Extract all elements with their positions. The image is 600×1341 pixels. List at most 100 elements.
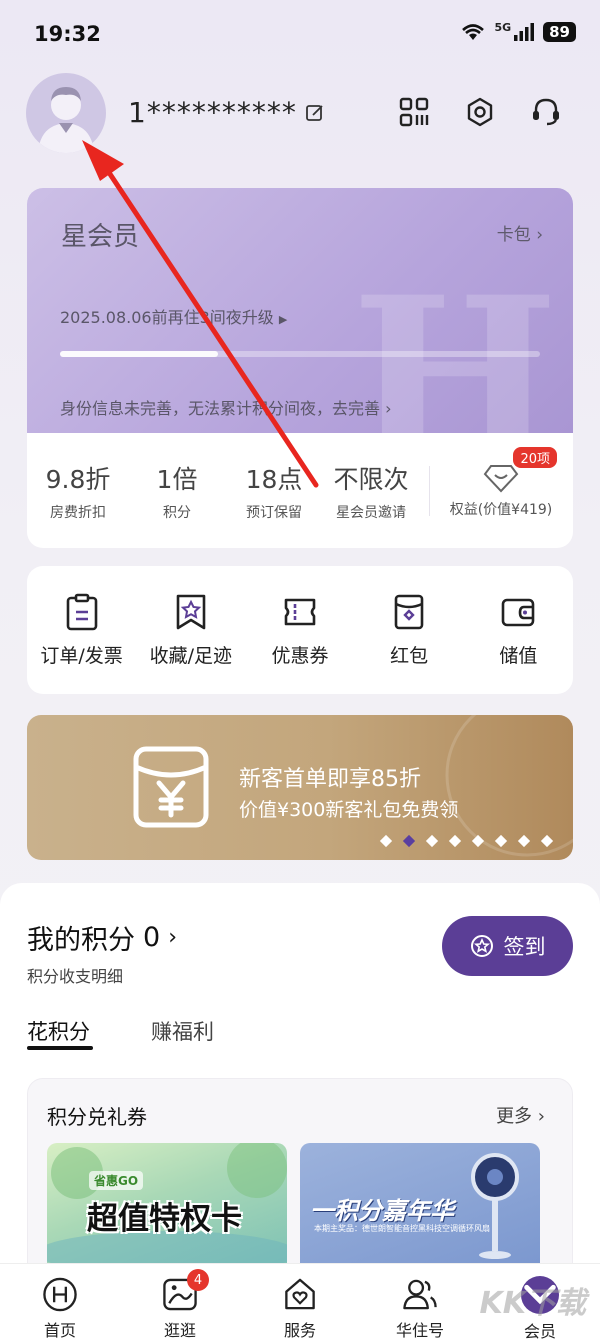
member-card[interactable]: H 星会员 卡包 › 2025.08.06前再住3间夜升级 ▶ 身份信息未完善，… [27,188,573,548]
wallet-link-label: 卡包 [496,225,531,245]
shortcut-label: 优惠券 [271,644,329,667]
chevron-right-icon: › [168,925,177,950]
benefit-label: 积分 [163,504,191,521]
carousel-dot[interactable] [471,834,485,848]
upgrade-tip-text: 2025.08.06前再住3间夜升级 [60,308,274,327]
chevron-right-icon: › [385,399,392,418]
carousel-dot[interactable] [425,834,439,848]
signin-label: 签到 [503,935,546,959]
avatar-icon [38,87,94,153]
shortcut-red-packets[interactable]: 红包 [359,593,459,668]
people-icon [403,1279,437,1310]
order-icon [66,593,97,630]
nav-label: 华住号 [395,1321,444,1340]
status-time: 19:32 [34,22,101,46]
service-icon [285,1278,315,1310]
member-card-header: H 星会员 卡包 › 2025.08.06前再住3间夜升级 ▶ 身份信息未完善，… [27,188,573,488]
benefit-value: 不限次 [333,464,409,494]
nav-label: 服务 [283,1321,316,1340]
coupon-carnival[interactable]: 一积分嘉年华 本期主奖品：德世朗智能音控黑科技空调循环风扇 [300,1143,540,1263]
triangle-right-icon: ▶ [278,313,288,326]
exchange-more-link[interactable]: 更多 › [496,1102,545,1128]
red-packet-yen-icon [133,746,209,828]
watermark: KK下载 [479,1286,587,1321]
carousel-dot[interactable] [448,834,462,848]
upgrade-progress [60,351,540,357]
nav-huazhu-account[interactable]: 华住号 [365,1264,475,1341]
nav-label: 逛逛 [163,1321,196,1340]
qr-code-icon[interactable] [398,96,430,128]
shortcut-favorites[interactable]: 收藏/足迹 [141,593,241,668]
shortcut-stored-value[interactable]: 储值 [468,593,568,668]
rights-count-badge: 20项 [513,447,557,468]
coupon-title: 一积分嘉年华 [310,1197,454,1225]
nav-home[interactable]: 首页 [5,1264,115,1341]
wallet-link[interactable]: 卡包 › [497,220,543,245]
tab-spend-points[interactable]: 花积分 [27,1016,90,1046]
shortcut-coupons[interactable]: 优惠券 [250,593,350,668]
wifi-icon [462,24,485,40]
my-points[interactable]: 我的积分 0 › [27,918,177,957]
nav-browse[interactable]: 逛逛 4 [125,1264,235,1341]
wallet-icon [502,598,535,626]
carousel-dot[interactable] [540,834,554,848]
shortcut-grid: 订单/发票 收藏/足迹 优惠券 红包 储值 [27,566,573,694]
star-circle-icon [470,935,493,957]
banner-subtitle: 价值¥300新客礼包免费领 [239,799,459,821]
rights-entry[interactable]: 权益(价值¥419) [436,463,566,519]
carousel-dot[interactable] [379,834,393,848]
exchange-title: 积分兑礼券 [47,1105,147,1129]
chevron-right-icon: › [536,225,543,245]
nav-label: 首页 [43,1321,76,1340]
upgrade-progress-fill [60,351,219,357]
promo-banner[interactable]: 新客首单即享85折 价值¥300新客礼包免费领 [27,715,573,860]
active-tab-indicator [27,1046,93,1050]
benefit-value: 18点 [245,464,303,494]
carousel-dot-active[interactable] [402,834,416,848]
points-value: 0 [143,922,161,953]
rights-label: 权益(价值¥419) [449,501,553,518]
benefit-discount[interactable]: 9.8折 房费折扣 [31,460,125,522]
coupon-title: 超值特权卡 [87,1201,242,1237]
points-detail-link[interactable]: 积分收支明细 [27,963,123,987]
benefit-value: 1倍 [156,464,198,494]
shortcut-orders[interactable]: 订单/发票 [32,593,132,668]
benefit-invite[interactable]: 不限次 星会员邀请 [319,460,423,522]
points-title: 我的积分 [27,925,135,956]
benefit-reservation[interactable]: 18点 预订保留 [229,460,319,522]
benefit-label: 预订保留 [246,504,302,521]
tab-earn-rewards[interactable]: 赚福利 [151,1016,214,1046]
carousel-dot[interactable] [517,834,531,848]
member-level: 星会员 [61,222,140,252]
identity-tip[interactable]: 身份信息未完善，无法累计积分间夜，去完善 › [60,395,392,419]
settings-icon[interactable] [464,96,496,128]
network-label: 5G [494,20,512,34]
benefit-label: 星会员邀请 [336,504,406,521]
nav-badge: 4 [187,1269,209,1291]
battery-indicator: 89 [543,22,576,42]
shortcut-label: 订单/发票 [40,644,123,667]
coupon-privilege-card[interactable]: 省惠GO 超值特权卡 [47,1143,287,1263]
shortcut-label: 收藏/足迹 [149,644,232,667]
shortcut-label: 储值 [499,644,538,667]
diamond-icon [483,464,519,492]
member-benefits: 9.8折 房费折扣 1倍 积分 18点 预订保留 不限次 星会员邀请 权益(价值… [27,433,573,548]
upgrade-tip[interactable]: 2025.08.06前再住3间夜升级 ▶ [60,304,287,328]
home-h-icon [43,1277,77,1312]
edit-icon[interactable] [305,103,325,123]
signin-button[interactable]: 签到 [442,916,573,976]
user-phone[interactable]: 1********** [128,96,325,129]
carousel-dot[interactable] [494,834,508,848]
carousel-dots [379,834,554,848]
nav-service[interactable]: 服务 [245,1264,355,1341]
signal-icon [514,23,535,41]
coupon-icon [284,598,316,625]
banner-title: 新客首单即享85折 [239,767,421,792]
coupon-subtitle: 本期主奖品：德世朗智能音控黑科技空调循环风扇 [314,1224,490,1233]
fan-icon [471,1153,519,1259]
status-icons: 5G 89 [460,20,576,42]
customer-service-icon[interactable] [530,96,562,128]
benefit-points[interactable]: 1倍 积分 [125,460,229,522]
avatar[interactable] [26,73,106,153]
identity-tip-text: 身份信息未完善，无法累计积分间夜，去完善 [60,399,381,418]
